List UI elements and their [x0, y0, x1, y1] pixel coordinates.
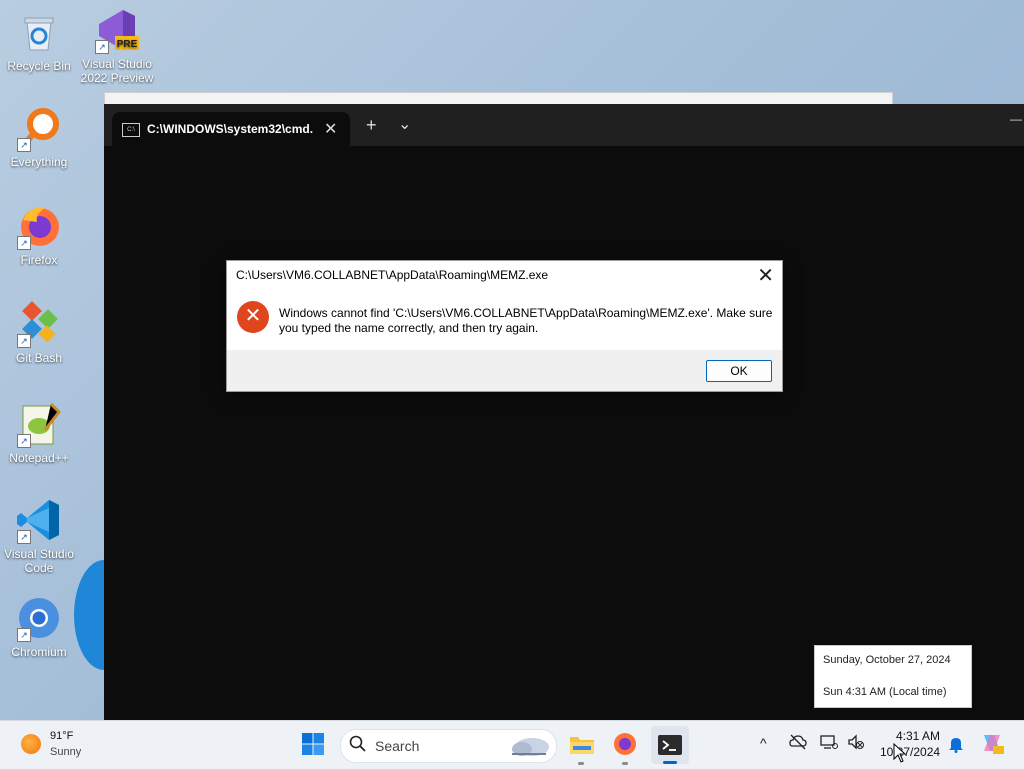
- minimize-button[interactable]: —: [1010, 112, 1022, 126]
- tooltip-date: Sunday, October 27, 2024: [823, 654, 951, 666]
- show-hidden-icons-chevron-icon[interactable]: ^: [760, 735, 767, 751]
- shortcut-arrow-icon: ↗: [17, 628, 31, 642]
- taskbar-search[interactable]: Search: [340, 729, 557, 763]
- tab-close-icon[interactable]: ✕: [324, 119, 337, 139]
- shortcut-arrow-icon: ↗: [95, 40, 109, 54]
- desktop-icon-recycle-bin[interactable]: Recycle Bin: [1, 8, 77, 73]
- onedrive-offline-icon[interactable]: [789, 733, 807, 754]
- active-indicator: [663, 761, 677, 764]
- new-tab-button[interactable]: +: [366, 115, 377, 136]
- tooltip-time: Sun 4:31 AM (Local time): [823, 686, 947, 698]
- file-explorer-taskbar-button[interactable]: [569, 732, 594, 756]
- desktop-icon-label: Recycle Bin: [7, 59, 71, 73]
- dialog-title: C:\Users\VM6.COLLABNET\AppData\Roaming\M…: [236, 268, 549, 282]
- windows-logo-icon: [302, 733, 324, 755]
- weather-temperature: 91°F: [50, 730, 74, 742]
- taskbar-clock[interactable]: 4:31 AM 10/27/2024: [872, 721, 944, 769]
- error-dialog: C:\Users\VM6.COLLABNET\AppData\Roaming\M…: [226, 260, 783, 392]
- terminal-icon: [658, 735, 682, 755]
- desktop-icon-label: Visual Studio Code: [4, 547, 74, 575]
- dialog-close-button[interactable]: ✕: [757, 263, 774, 288]
- recycle-bin-icon: [15, 8, 63, 56]
- everything-search-icon: ↗: [15, 104, 63, 152]
- git-bash-icon: ↗: [15, 300, 63, 348]
- firefox-icon: ↗: [15, 202, 63, 250]
- clock-time: 4:31 AM: [896, 729, 941, 743]
- dialog-footer: OK: [227, 350, 782, 391]
- notification-bell-icon[interactable]: [948, 735, 964, 756]
- ok-button[interactable]: OK: [706, 360, 772, 382]
- shortcut-arrow-icon: ↗: [17, 236, 31, 250]
- folder-icon: [570, 737, 594, 754]
- volume-muted-icon[interactable]: [847, 733, 865, 754]
- desktop-icon-vscode[interactable]: ↗ Visual Studio Code: [1, 496, 77, 575]
- clock-date: 10/27/2024: [880, 745, 941, 759]
- network-icon[interactable]: [820, 733, 838, 754]
- shortcut-arrow-icon: ↗: [17, 334, 31, 348]
- chromium-icon: ↗: [15, 594, 63, 642]
- desktop-icon-git-bash[interactable]: ↗ Git Bash: [1, 300, 77, 365]
- dialog-message: Windows cannot find 'C:\Users\VM6.COLLAB…: [279, 306, 773, 335]
- start-button[interactable]: [301, 732, 325, 756]
- terminal-tab-bar: C:\ C:\WINDOWS\system32\cmd. ✕ + ⌄ —: [104, 104, 1024, 146]
- copilot-icon[interactable]: [980, 731, 1004, 758]
- desktop-icon-firefox[interactable]: ↗ Firefox: [1, 202, 77, 267]
- desktop-icon-label: Notepad++: [9, 451, 69, 465]
- tab-title: C:\WINDOWS\system32\cmd.: [147, 122, 314, 136]
- desktop-icon-notepad-plus-plus[interactable]: ↗ Notepad++: [1, 400, 77, 465]
- sun-icon: [21, 734, 41, 754]
- terminal-taskbar-button[interactable]: [651, 726, 689, 764]
- terminal-window[interactable]: C:\ C:\WINDOWS\system32\cmd. ✕ + ⌄ —: [104, 104, 1024, 720]
- visual-studio-icon: PRE ↗: [93, 6, 141, 54]
- search-icon: [349, 735, 367, 758]
- weather-widget[interactable]: 91°F Sunny: [10, 721, 100, 769]
- running-indicator: [622, 762, 628, 765]
- desktop-icon-visual-studio[interactable]: PRE ↗ Visual Studio 2022 Preview: [79, 6, 155, 85]
- taskbar: 91°F Sunny Search ^ 4:31 AM 10/27/2024: [0, 720, 1024, 769]
- cmd-icon: C:\: [122, 123, 140, 137]
- search-highlight-cloud-icon: [512, 738, 549, 756]
- desktop-icon-label: Visual Studio 2022 Preview: [80, 57, 154, 85]
- terminal-tab[interactable]: C:\ C:\WINDOWS\system32\cmd. ✕: [112, 112, 350, 146]
- running-indicator: [578, 762, 584, 765]
- search-placeholder: Search: [375, 738, 420, 754]
- desktop-icon-label: Git Bash: [15, 351, 63, 365]
- desktop-icon-everything[interactable]: ↗ Everything: [1, 104, 77, 169]
- pre-badge: PRE: [117, 39, 138, 50]
- notepad-plus-plus-icon: ↗: [15, 400, 63, 448]
- desktop-icon-label: Firefox: [20, 253, 58, 267]
- terminal-content[interactable]: [104, 146, 1024, 720]
- firefox-taskbar-button[interactable]: [613, 732, 637, 756]
- firefox-icon: [614, 733, 636, 755]
- shortcut-arrow-icon: ↗: [17, 138, 31, 152]
- shortcut-arrow-icon: ↗: [17, 434, 31, 448]
- error-icon: ✕: [237, 301, 269, 333]
- tab-dropdown-chevron-icon[interactable]: ⌄: [398, 114, 411, 134]
- weather-condition: Sunny: [50, 746, 82, 758]
- desktop-icon-chromium[interactable]: ↗ Chromium: [1, 594, 77, 659]
- clock-tooltip: Sunday, October 27, 2024 Sun 4:31 AM (Lo…: [814, 645, 972, 708]
- vscode-icon: ↗: [15, 496, 63, 544]
- shortcut-arrow-icon: ↗: [17, 530, 31, 544]
- desktop-icon-label: Everything: [10, 155, 68, 169]
- desktop-icon-label: Chromium: [11, 645, 67, 659]
- mouse-cursor-icon: [893, 743, 907, 763]
